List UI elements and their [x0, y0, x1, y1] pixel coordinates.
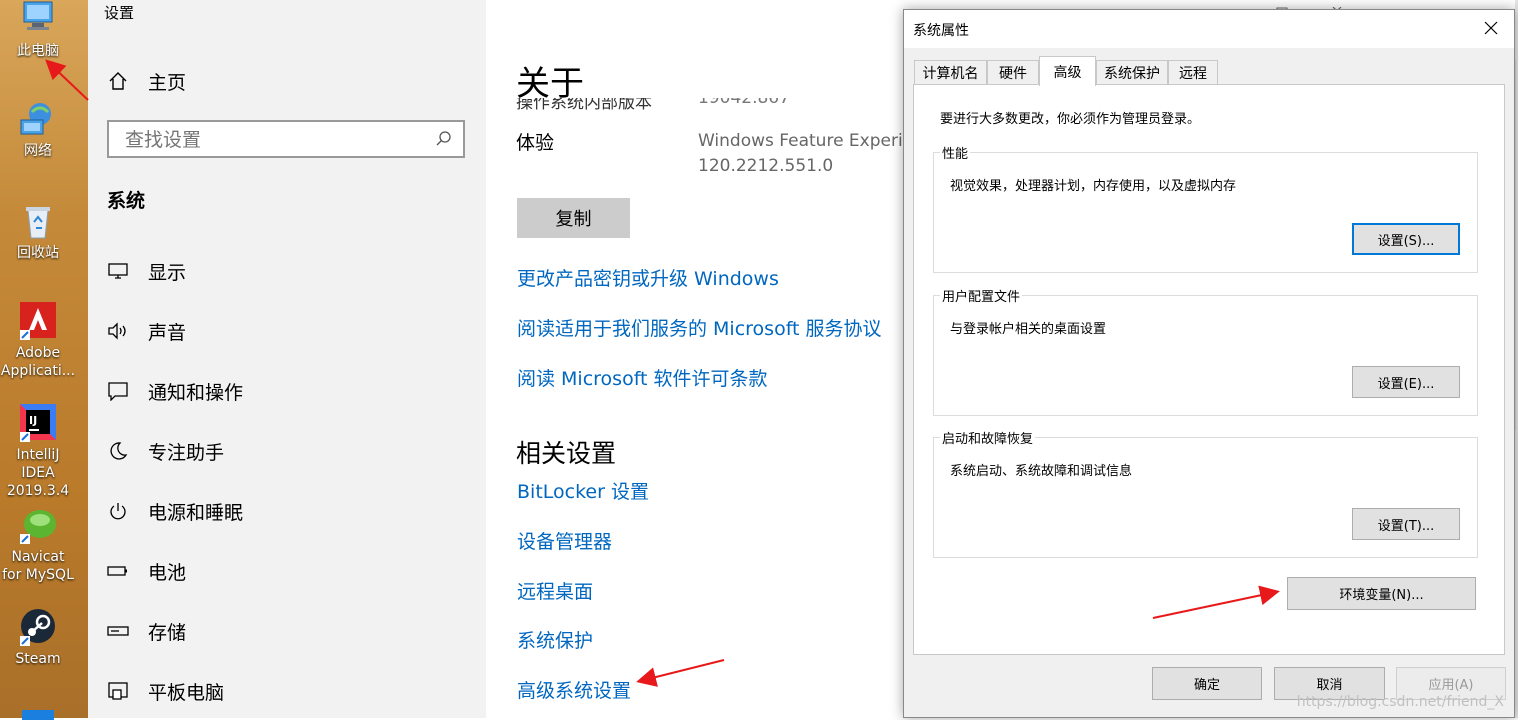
tab-advanced[interactable]: 高级	[1039, 56, 1096, 86]
annotation-arrow	[1152, 585, 1280, 619]
watermark: https://blog.csdn.net/friend_X	[1296, 694, 1504, 710]
annotation-arrow	[636, 659, 725, 687]
annotation-arrows	[45, 59, 1280, 687]
annotation-arrow	[45, 59, 89, 101]
